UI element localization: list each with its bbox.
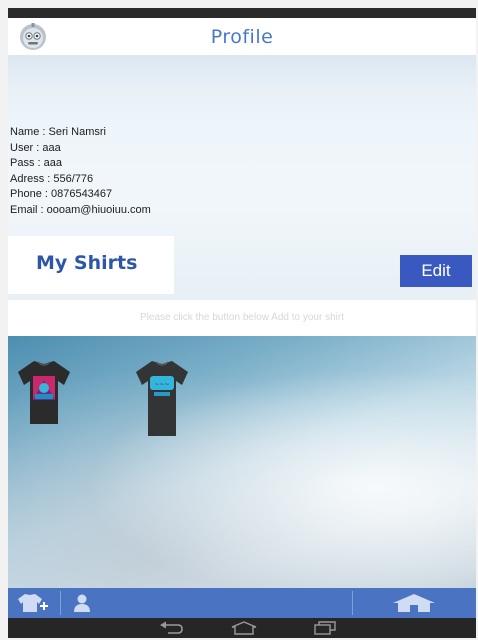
home-icon[interactable] [392, 593, 436, 613]
svg-text:~~~: ~~~ [154, 381, 169, 388]
profile-email: Email : oooam@hiuoiuu.com [10, 203, 151, 216]
profile-name: Name : Seri Namsri [10, 126, 106, 138]
status-bar [8, 8, 476, 18]
page-title: Profile [210, 26, 274, 48]
profile-address: Adress : 556/776 [10, 172, 94, 185]
add-shirt-hint: Please click the button below Add to you… [139, 312, 344, 323]
bottom-nav-bar [8, 588, 476, 618]
recent-apps-icon[interactable] [312, 621, 338, 635]
nav-divider [60, 591, 61, 615]
action-bar: Profile [8, 18, 476, 56]
nav-divider [352, 591, 353, 615]
person-icon[interactable] [72, 593, 92, 613]
profile-pass: Pass : aaa [10, 157, 62, 169]
profile-info: Name : Seri Namsri User : aaa Pass : aaa… [10, 125, 151, 218]
add-shirt-icon[interactable] [18, 592, 52, 614]
shirt-icon-black-pink-print[interactable] [16, 358, 72, 426]
home-outline-icon[interactable] [230, 621, 258, 635]
profile-user: User : aaa [10, 141, 61, 154]
my-shirts-heading: My Shirts [36, 252, 138, 274]
shirt-icon-black-cyan-print[interactable]: ~~~ [134, 358, 190, 438]
system-navigation-bar [8, 618, 476, 638]
profile-phone: Phone : 0876543467 [10, 188, 113, 200]
shirt-gallery: ~~~ [8, 336, 476, 588]
edit-button[interactable]: Edit [400, 255, 472, 287]
back-icon[interactable] [158, 621, 184, 635]
app-screen: Profile Name : Seri Namsri User : aaa Pa… [8, 8, 476, 638]
profile-background-band [8, 56, 476, 88]
